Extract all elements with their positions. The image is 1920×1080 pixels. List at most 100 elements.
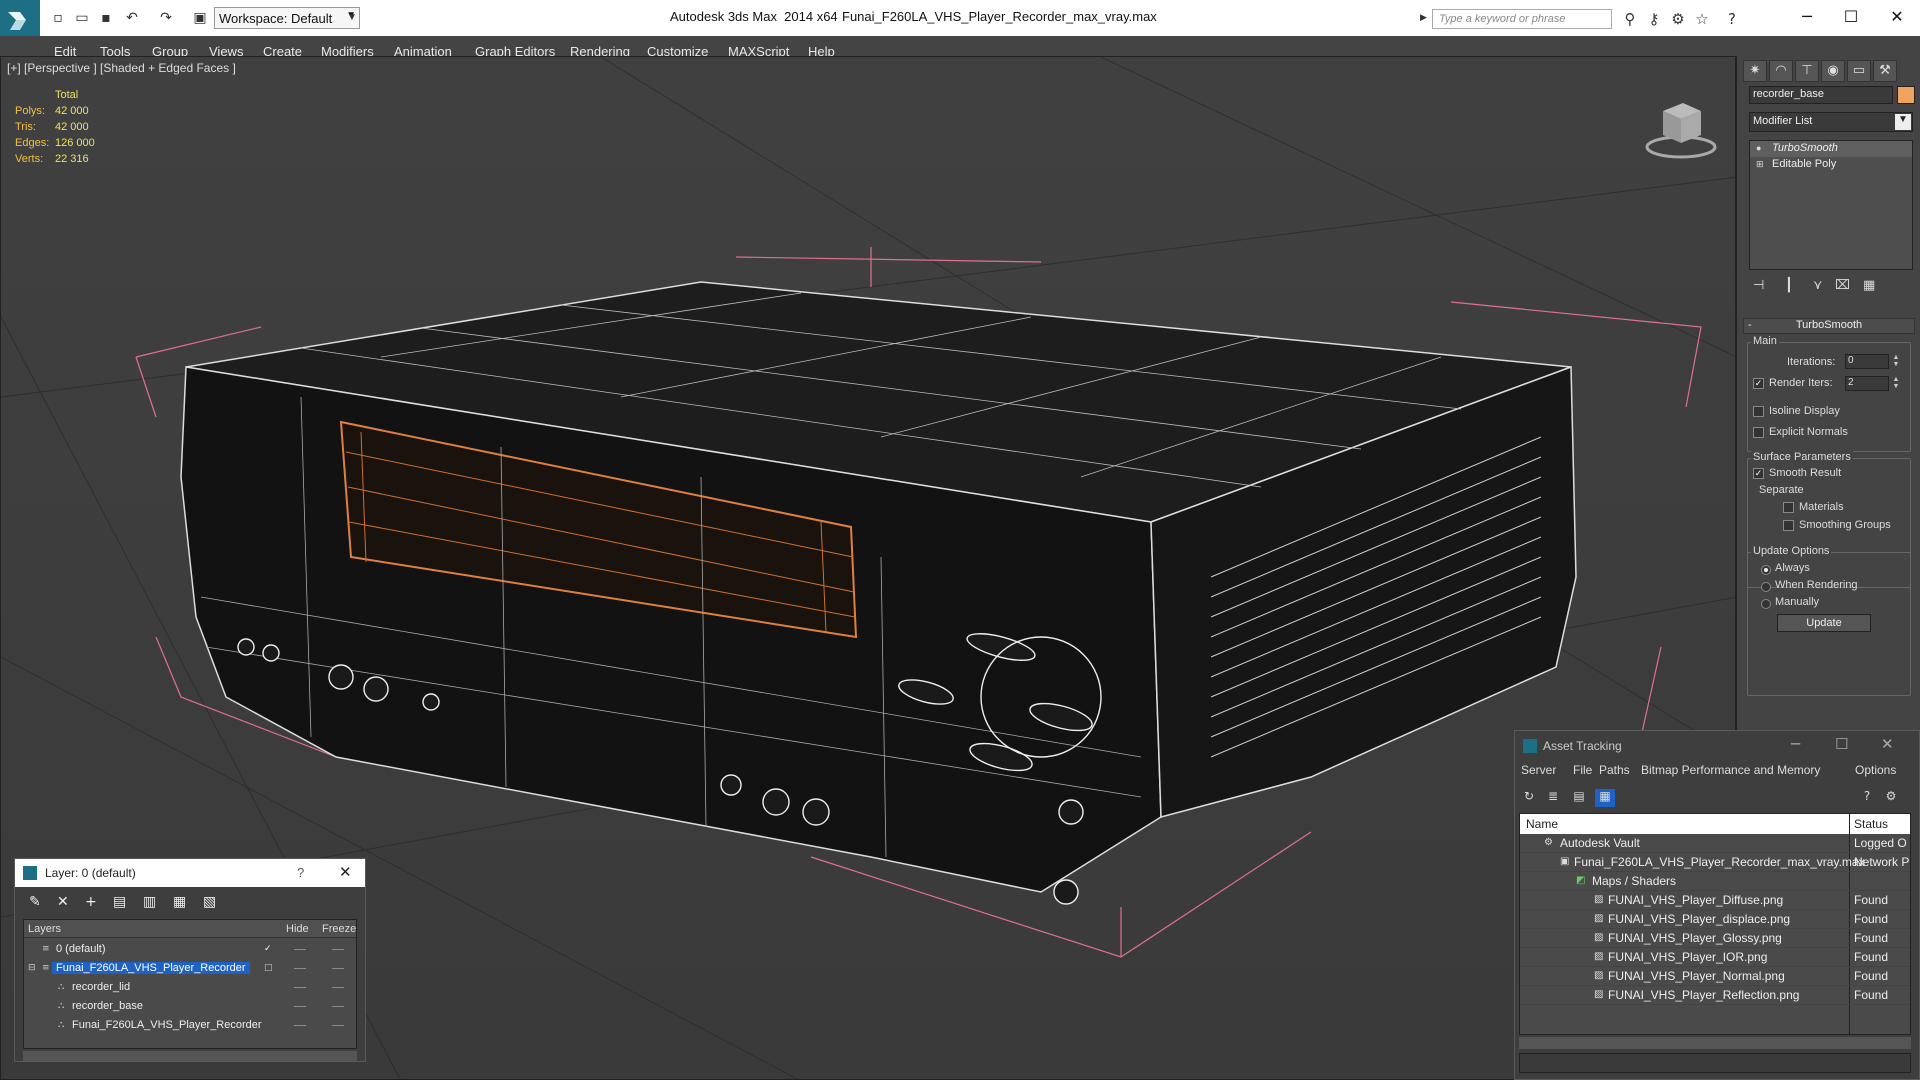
remove-modifier-icon[interactable]: ⌧ — [1835, 278, 1850, 293]
col-layers[interactable]: Layers — [28, 923, 61, 935]
asset-menu-server[interactable]: Server — [1521, 763, 1556, 777]
asset-menu-file[interactable]: File — [1573, 763, 1592, 777]
freeze-toggle[interactable] — [332, 968, 344, 969]
freeze-toggle[interactable] — [332, 1025, 344, 1026]
always-radio[interactable] — [1761, 565, 1771, 575]
maximize-icon[interactable]: ☐ — [1828, 2, 1874, 32]
freeze-toggle[interactable] — [332, 987, 344, 988]
vault-icon[interactable]: ⚙ — [1881, 789, 1901, 807]
minimize-icon[interactable]: ─ — [1791, 735, 1800, 753]
list-view-icon[interactable]: ≣ — [1543, 789, 1563, 807]
hide-toggle[interactable] — [294, 1025, 306, 1026]
modify-tab-icon[interactable]: ◠ — [1769, 60, 1793, 82]
help-icon[interactable]: ? — [1722, 10, 1742, 30]
chevron-right-icon[interactable]: ▶ — [1420, 12, 1427, 23]
freeze-toggle[interactable] — [332, 1006, 344, 1007]
asset-row[interactable]: ▨ FUNAI_VHS_Player_Glossy.png Found — [1520, 929, 1910, 948]
spinner-arrows-icon[interactable]: ▲ ▼ — [1891, 354, 1901, 369]
help-icon[interactable]: ? — [297, 865, 304, 880]
freeze-all-icon[interactable]: ▧ — [203, 894, 216, 910]
iterations-spinner[interactable]: 0 — [1845, 354, 1889, 369]
close-icon[interactable]: ✕ — [1874, 2, 1920, 32]
turbosmooth-rollout-header[interactable]: - TurboSmooth — [1743, 318, 1915, 334]
hide-toggle[interactable] — [294, 949, 306, 950]
asset-row[interactable]: ▨ FUNAI_VHS_Player_IOR.png Found — [1520, 948, 1910, 967]
save-file-icon[interactable]: ▪ — [96, 8, 116, 28]
close-icon[interactable]: ✕ — [1881, 735, 1894, 753]
smoothing-groups-checkbox[interactable] — [1783, 520, 1794, 531]
explicit-normals-checkbox[interactable] — [1753, 427, 1764, 438]
spinner-arrows-icon[interactable]: ▲ ▼ — [1891, 376, 1901, 391]
layer-row[interactable]: ⛬ recorder_base — [24, 997, 358, 1016]
object-color-swatch[interactable] — [1897, 86, 1915, 104]
layer-row[interactable]: ≡ 0 (default) ✓ — [24, 940, 358, 959]
asset-menu-paths[interactable]: Paths — [1599, 763, 1630, 777]
expand-icon[interactable]: ⊟ — [28, 963, 38, 973]
asset-dialog-titlebar[interactable]: Asset Tracking ─ ☐ ✕ — [1515, 731, 1919, 761]
asset-row[interactable]: ◩ Maps / Shaders — [1520, 872, 1910, 891]
freeze-toggle[interactable] — [332, 949, 344, 950]
details-view-icon[interactable]: ▤ — [1569, 789, 1589, 807]
asset-row[interactable]: ▨ FUNAI_VHS_Player_Reflection.png Found — [1520, 986, 1910, 1005]
add-to-layer-icon[interactable]: + — [85, 894, 97, 910]
new-layer-icon[interactable]: ✎ — [29, 894, 41, 910]
subscription-icon[interactable]: ⚷ — [1644, 10, 1664, 30]
refresh-icon[interactable]: ↻ — [1519, 789, 1539, 807]
motion-tab-icon[interactable]: ◉ — [1821, 60, 1845, 82]
chevron-down-icon[interactable]: ▼ — [344, 8, 360, 28]
render-iters-spinner[interactable]: 2 — [1845, 376, 1889, 391]
viewport-label[interactable]: [+] [Perspective ] [Shaded + Edged Faces… — [7, 61, 236, 75]
asset-row[interactable]: ▨ FUNAI_VHS_Player_Normal.png Found — [1520, 967, 1910, 986]
utilities-tab-icon[interactable]: ⚒ — [1873, 60, 1897, 82]
asset-row[interactable]: ⚙ Autodesk Vault Logged O — [1520, 834, 1910, 853]
current-layer-icon[interactable]: □ — [264, 963, 274, 973]
help-icon[interactable]: ? — [1857, 789, 1877, 807]
project-folder-icon[interactable]: ▣ — [190, 8, 210, 28]
star-icon[interactable]: ☆ — [1692, 10, 1712, 30]
open-file-icon[interactable]: ▭ — [72, 8, 92, 28]
horizontal-scrollbar[interactable] — [23, 1051, 357, 1061]
hide-all-icon[interactable]: ▦ — [173, 894, 186, 910]
col-name[interactable]: Name — [1526, 817, 1558, 831]
viewcube-icon[interactable] — [1641, 89, 1721, 169]
hide-toggle[interactable] — [294, 987, 306, 988]
app-logo-icon[interactable] — [0, 0, 40, 40]
pin-stack-icon[interactable]: ⊣ — [1753, 278, 1764, 293]
object-name-field[interactable]: recorder_base — [1749, 86, 1893, 104]
configure-sets-icon[interactable]: ▦ — [1863, 278, 1875, 293]
col-status[interactable]: Status — [1854, 817, 1888, 831]
modifier-list-dropdown[interactable]: Modifier List ▼ — [1749, 112, 1913, 132]
isoline-display-checkbox[interactable] — [1753, 406, 1764, 417]
redo-icon[interactable]: ↷ — [156, 8, 176, 28]
highlight-layer-icon[interactable]: ▥ — [143, 894, 156, 910]
col-hide[interactable]: Hide — [286, 923, 309, 935]
binoculars-icon[interactable]: ⚲ — [1620, 10, 1640, 30]
checkmark-icon[interactable]: ✓ — [264, 944, 274, 954]
hierarchy-tab-icon[interactable]: ⊤ — [1795, 60, 1819, 82]
display-tab-icon[interactable]: ▭ — [1847, 60, 1871, 82]
asset-row[interactable]: ▨ FUNAI_VHS_Player_Diffuse.png Found — [1520, 891, 1910, 910]
show-end-result-icon[interactable]: ┃ — [1785, 278, 1793, 293]
layer-row[interactable]: ⛬ Funai_F260LA_VHS_Player_Recorder — [24, 1016, 358, 1035]
delete-layer-icon[interactable]: ✕ — [57, 894, 69, 910]
smooth-result-checkbox[interactable]: ✓ — [1753, 468, 1764, 479]
materials-checkbox[interactable] — [1783, 502, 1794, 513]
asset-row[interactable]: ▨ FUNAI_VHS_Player_displace.png Found — [1520, 910, 1910, 929]
undo-icon[interactable]: ↶ — [122, 8, 142, 28]
asset-row[interactable]: ▣ Funai_F260LA_VHS_Player_Recorder_max_v… — [1520, 853, 1910, 872]
stack-item-turbosmooth[interactable]: ● TurboSmooth — [1750, 141, 1912, 157]
close-icon[interactable]: ✕ — [339, 863, 352, 881]
render-iters-checkbox[interactable]: ✓ — [1753, 378, 1764, 389]
stack-item-editable-poly[interactable]: ⊞ Editable Poly — [1750, 157, 1912, 173]
layer-row[interactable]: ⊟ ≡ Funai_F260LA_VHS_Player_Recorder □ — [24, 959, 358, 978]
when-rendering-radio[interactable] — [1761, 582, 1771, 592]
manually-radio[interactable] — [1761, 599, 1771, 609]
hide-toggle[interactable] — [294, 1006, 306, 1007]
select-objects-icon[interactable]: ▤ — [113, 894, 126, 910]
expand-icon[interactable]: ⊞ — [1756, 159, 1766, 170]
minimize-icon[interactable]: ─ — [1784, 2, 1830, 32]
horizontal-scrollbar[interactable] — [1519, 1037, 1911, 1049]
table-view-icon[interactable]: ▦ — [1595, 789, 1615, 807]
asset-menu-bitmap[interactable]: Bitmap Performance and Memory — [1641, 763, 1820, 777]
communication-icon[interactable]: ⚙ — [1668, 10, 1688, 30]
